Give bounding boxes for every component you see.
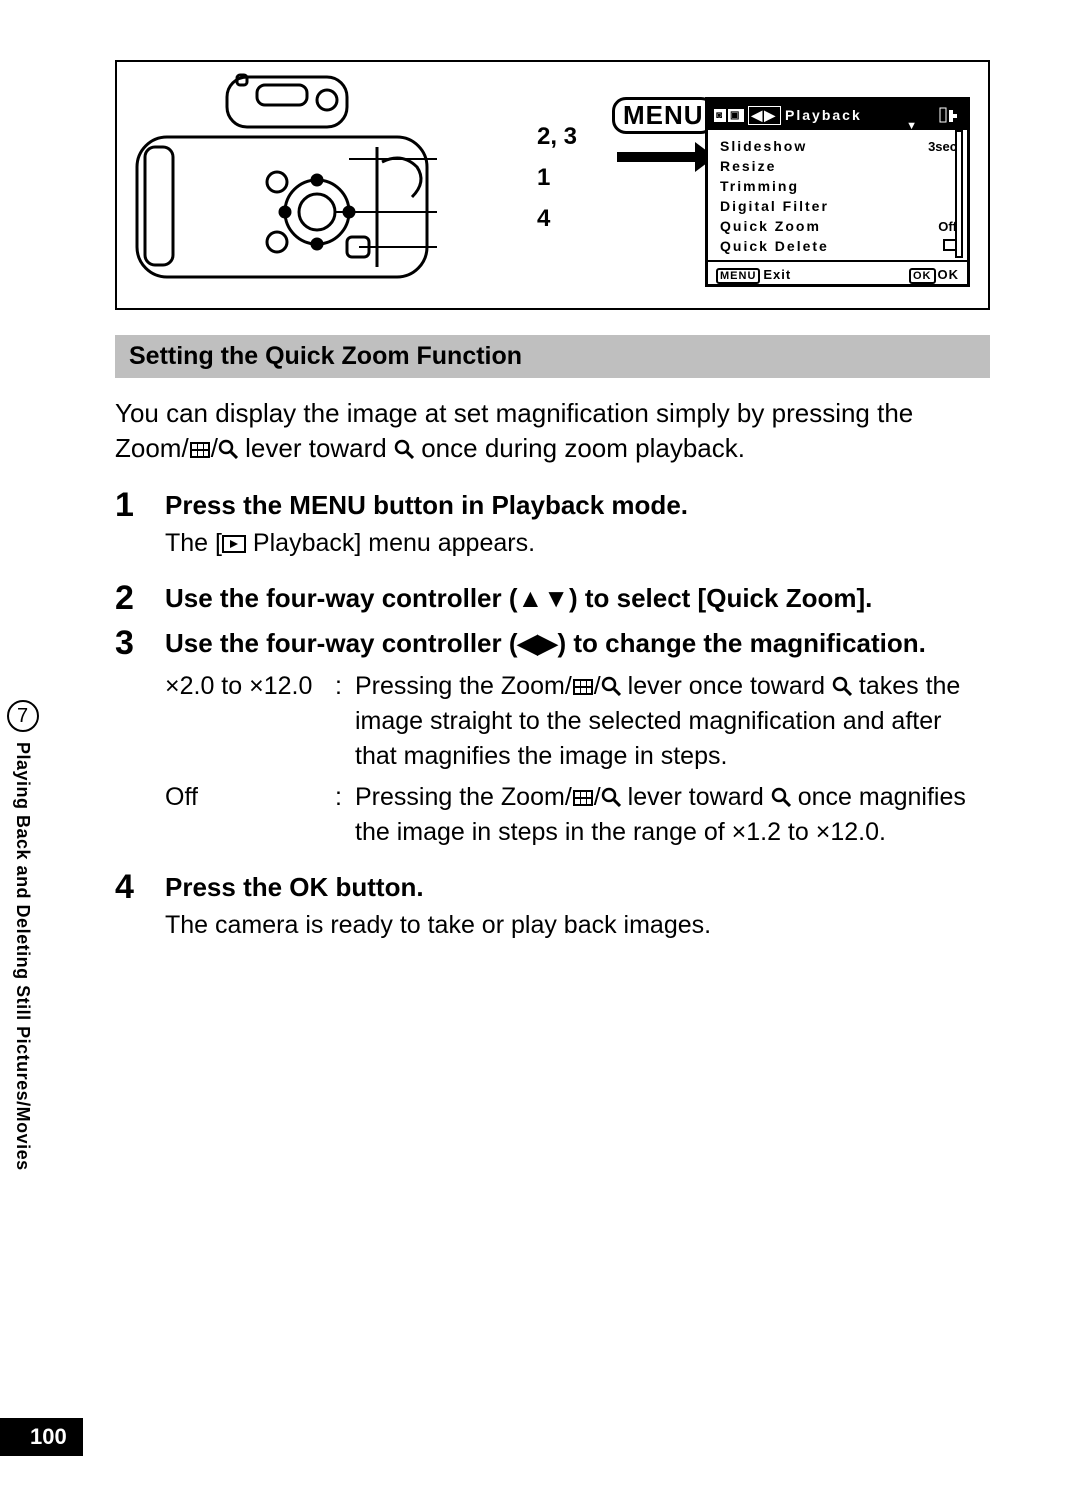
chapter-title: Playing Back and Deleting Still Pictures… [12, 742, 33, 1171]
thumbnail-icon [572, 678, 594, 696]
play-tab-icon: ◀▶ [748, 106, 782, 125]
steps-list: 1 Press the MENU button in Playback mode… [115, 488, 990, 957]
page-number: 100 [0, 1418, 83, 1456]
magnify-icon [394, 439, 414, 459]
thumbnail-icon [572, 789, 594, 807]
magnify-icon [832, 676, 852, 696]
magnify-icon [601, 787, 621, 807]
step-4: 4 Press the OK button. The camera is rea… [115, 870, 990, 957]
rec-tab-icon: ▣ [728, 109, 743, 122]
chapter-number: 7 [7, 700, 39, 732]
down-triangle-icon: ▼ [906, 120, 919, 132]
sidebar: 7 Playing Back and Deleting Still Pictur… [0, 700, 45, 1171]
magnify-icon [218, 439, 238, 459]
figure-box: MENU 2, 3 1 4 ◙ ▣ ◀▶ Playback ▼ Slidesho… [115, 60, 990, 310]
callout-numbers: 2, 3 1 4 [537, 117, 577, 239]
camera-illustration [127, 67, 437, 297]
step-2: 2 Use the four-way controller (▲▼) to se… [115, 581, 990, 620]
lcd-footer: MENUExit OKOK [708, 260, 967, 286]
section-heading: Setting the Quick Zoom Function [115, 335, 990, 378]
magnify-icon [771, 787, 791, 807]
intro-text: You can display the image at set magnifi… [115, 396, 990, 466]
step-1: 1 Press the MENU button in Playback mode… [115, 488, 990, 575]
thumbnail-icon [189, 441, 211, 459]
magnify-icon [601, 676, 621, 696]
menu-button-label: MENU [612, 97, 715, 134]
lcd-title: Playback [785, 107, 862, 123]
tool-tab-icon [939, 107, 961, 126]
lcd-playback-menu: ◙ ▣ ◀▶ Playback ▼ Slideshow3sec Resize T… [705, 97, 970, 287]
camera-tab-icon: ◙ [714, 109, 726, 122]
step-3: 3 Use the four-way controller (◀▶) to ch… [115, 626, 990, 864]
arrow-icon [617, 152, 697, 162]
lcd-header: ◙ ▣ ◀▶ Playback ▼ [708, 100, 967, 130]
playback-icon [222, 535, 246, 553]
lcd-body: Slideshow3sec Resize Trimming Digital Fi… [708, 130, 967, 260]
lcd-scrollbar [955, 130, 963, 258]
